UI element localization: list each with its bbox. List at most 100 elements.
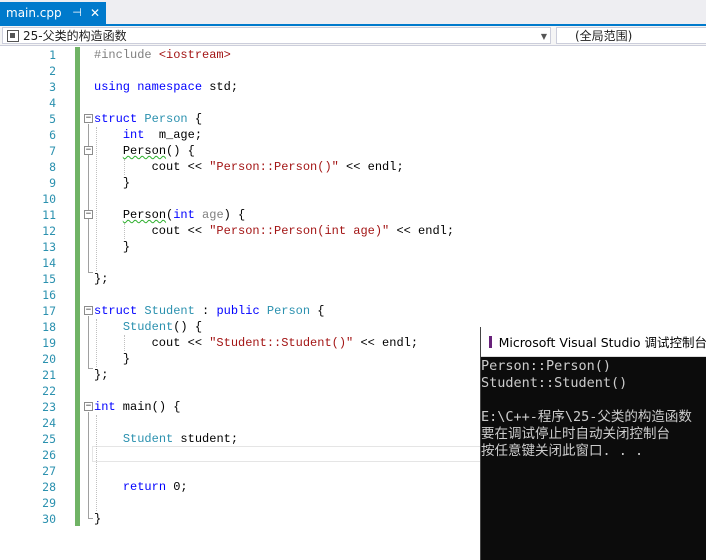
console-line: Person::Person() (481, 358, 612, 374)
code-line-3: using namespace std; (94, 79, 238, 95)
constructor-name: Person (122, 208, 167, 222)
close-icon[interactable]: ✕ (88, 5, 102, 21)
constructor-name: Person (122, 144, 167, 158)
collapse-icon[interactable]: − (84, 114, 93, 123)
preprocessor-directive: #include (94, 48, 159, 62)
code-line-11: Person(int age) { (94, 207, 245, 223)
collapse-icon[interactable]: − (84, 306, 93, 315)
console-output: Person::Person() Student::Student() E:\C… (481, 358, 706, 560)
line-number: 11 (42, 208, 56, 222)
line-number: 15 (42, 272, 56, 286)
include-header: <iostream> (158, 48, 231, 62)
current-line-highlight (92, 446, 492, 462)
code-line-5: struct Person { (94, 111, 202, 127)
string-literal: "Person::Person()" (209, 160, 339, 174)
tab-main-cpp[interactable]: main.cpp ⊣ ✕ (0, 2, 106, 24)
line-number: 18 (42, 320, 56, 334)
line-number: 21 (42, 368, 56, 382)
code-line-23: int main() { (94, 399, 180, 415)
global-scope-label: (全局范围) (575, 29, 633, 43)
navigation-bar: 25-父类的构造函数 ▼ (全局范围) (0, 26, 706, 46)
indent-guide (96, 415, 97, 511)
keyword: int (173, 208, 195, 222)
code-text: }; (94, 368, 109, 382)
outline-guide-end (88, 368, 93, 369)
type-name: Person (144, 112, 188, 126)
line-number: 9 (49, 176, 56, 190)
keyword: struct (94, 304, 138, 318)
code-text: main() { (115, 400, 181, 414)
debug-console-window[interactable]: Microsoft Visual Studio 调试控制台 Person::Pe… (480, 327, 706, 560)
code-line-30: } (94, 511, 101, 527)
line-number: 6 (49, 128, 56, 142)
tab-title: main.cpp (6, 6, 62, 20)
code-line-20: } (94, 351, 130, 367)
keyword: namespace (137, 80, 203, 94)
code-text: } (122, 240, 131, 254)
outline-guide-end (88, 518, 93, 519)
line-number: 4 (49, 96, 56, 110)
code-text: } (122, 352, 131, 366)
line-number: 24 (42, 416, 56, 430)
code-line-17: struct Student : public Person { (94, 303, 325, 319)
project-scope-label: 25-父类的构造函数 (23, 29, 127, 43)
visual-studio-icon (489, 335, 499, 348)
code-text: 0; (166, 480, 188, 494)
code-text: m_age; (144, 128, 203, 142)
change-tracking-bar (75, 47, 80, 526)
line-number: 17 (42, 304, 56, 318)
code-line-19: cout << "Student::Student()" << endl; (94, 335, 418, 351)
console-line: 按任意键关闭此窗口. . . (481, 443, 644, 459)
console-line: 要在调试停止时自动关闭控制台 (481, 426, 670, 442)
keyword: using (94, 80, 131, 94)
line-number: 7 (49, 144, 56, 158)
line-number: 13 (42, 240, 56, 254)
line-number: 2 (49, 64, 56, 78)
code-text: () { (166, 144, 195, 158)
line-number: 25 (42, 432, 56, 446)
console-title-bar[interactable]: Microsoft Visual Studio 调试控制台 (481, 327, 706, 357)
keyword: int (122, 128, 145, 142)
code-line-25: Student student; (94, 431, 238, 447)
console-title: Microsoft Visual Studio 调试控制台 (498, 335, 706, 350)
code-text: << endl; (338, 160, 404, 174)
console-line: Student::Student() (481, 375, 628, 391)
collapse-icon[interactable]: − (84, 402, 93, 411)
code-text: cout << (151, 160, 210, 174)
global-scope-dropdown[interactable]: (全局范围) (556, 27, 706, 44)
keyword: return (122, 480, 167, 494)
line-number: 30 (42, 512, 56, 526)
collapse-icon[interactable]: − (84, 146, 93, 155)
line-number: 5 (49, 112, 56, 126)
keyword: int (94, 400, 116, 414)
code-text: cout << (151, 336, 210, 350)
outline-guide (88, 316, 89, 368)
code-text: }; (94, 272, 109, 286)
line-number: 19 (42, 336, 56, 350)
code-line-13: } (94, 239, 130, 255)
line-number: 12 (42, 224, 56, 238)
constructor-name: Student (122, 320, 174, 334)
code-text: } (94, 512, 102, 526)
console-line: E:\C++-程序\25-父类的构造函数 (481, 409, 692, 425)
code-text: { (310, 304, 325, 318)
document-tab-strip: main.cpp ⊣ ✕ (0, 0, 706, 26)
type-name: Student (122, 432, 174, 446)
line-number: 10 (42, 192, 56, 206)
string-literal: "Student::Student()" (209, 336, 354, 350)
pin-icon[interactable]: ⊣ (70, 5, 84, 21)
code-text: << endl; (353, 336, 419, 350)
code-line-9: } (94, 175, 130, 191)
code-text: student; (173, 432, 239, 446)
project-scope-dropdown[interactable]: 25-父类的构造函数 ▼ (2, 27, 551, 44)
code-line-28: return 0; (94, 479, 188, 495)
collapse-icon[interactable]: − (84, 210, 93, 219)
keyword: public (216, 304, 260, 318)
line-number: 8 (49, 160, 56, 174)
project-icon (7, 29, 19, 42)
line-number-gutter: 1 2 3 4 5 6 7 8 9 10 11 12 13 14 15 16 1… (0, 47, 60, 560)
code-line-12: cout << "Person::Person(int age)" << end… (94, 223, 454, 239)
code-text: { (187, 112, 203, 126)
code-text: << endl; (389, 224, 455, 238)
code-text: ) { (223, 208, 246, 222)
